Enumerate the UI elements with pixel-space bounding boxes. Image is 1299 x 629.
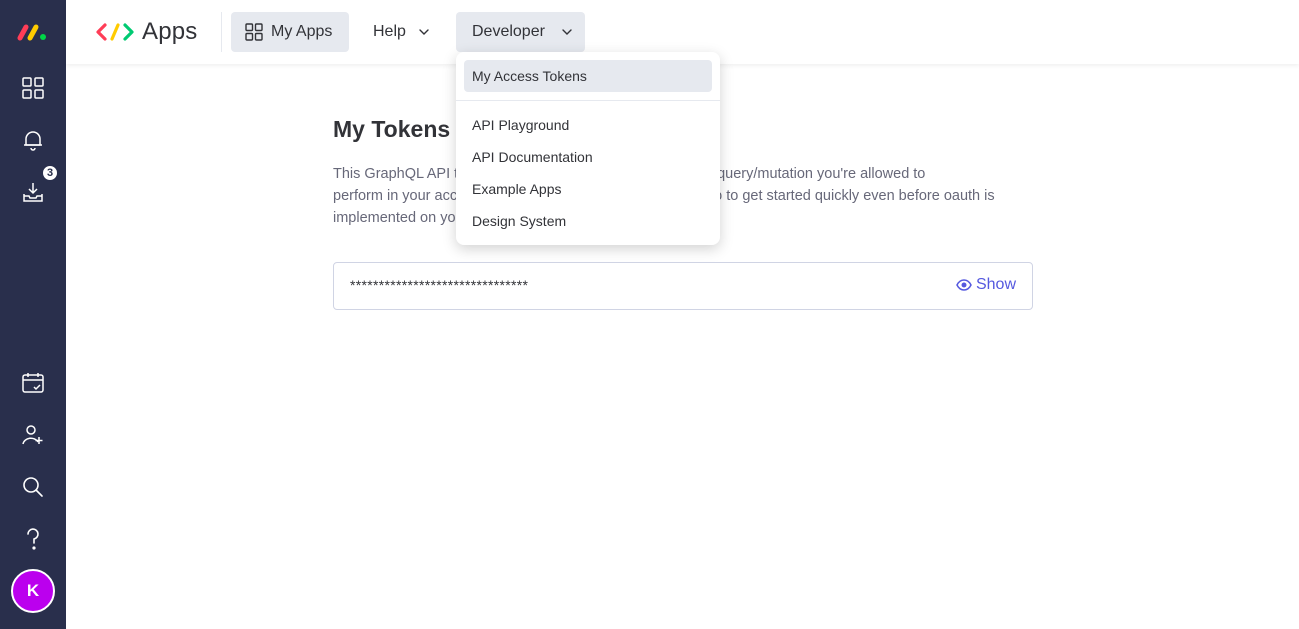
inbox-download-icon[interactable] [17,176,49,208]
description-text: o to get started quickly even before oau… [714,188,995,204]
developer-menu-button[interactable]: Developer [456,12,585,52]
calendar-check-icon[interactable] [17,367,49,399]
token-value: ******************************* [350,277,529,293]
inbox-count-badge: 3 [42,165,58,181]
menu-divider [456,100,720,101]
help-label: Help [373,23,406,40]
description-text: implemented on yo [333,210,456,226]
search-icon[interactable] [17,471,49,503]
my-apps-button[interactable]: My Apps [231,12,349,52]
page-title: My Tokens [333,116,451,142]
show-label: Show [975,276,1016,293]
header-divider [221,12,222,52]
description-text: perform in your acc [333,188,458,204]
menu-item-api-documentation[interactable]: API Documentation [464,141,712,173]
menu-item-design-system[interactable]: Design System [464,205,712,237]
chevron-down-icon [418,26,430,38]
left-sidebar: 3 K [0,0,66,629]
developer-label: Developer [472,23,545,40]
menu-item-example-apps[interactable]: Example Apps [464,173,712,205]
brand[interactable]: Apps [96,16,198,48]
eye-icon [956,279,972,291]
user-avatar[interactable]: K [11,569,55,613]
brand-title: Apps [142,18,198,45]
grid-icon [245,23,263,41]
code-brackets-icon [96,23,134,41]
monday-logo-icon[interactable] [17,16,49,48]
grid-icon[interactable] [17,72,49,104]
add-user-icon[interactable] [17,419,49,451]
chevron-down-icon [561,26,573,38]
bell-icon[interactable] [17,124,49,156]
help-menu-button[interactable]: Help [358,12,448,52]
token-field[interactable]: ******************************* Show [333,262,1033,310]
description-text: This GraphQL API t [333,166,459,182]
my-apps-label: My Apps [271,23,333,40]
developer-dropdown-menu: My Access Tokens API Playground API Docu… [456,52,720,245]
question-icon[interactable] [17,523,49,555]
show-token-button[interactable]: Show [956,276,1016,294]
menu-item-api-playground[interactable]: API Playground [464,109,712,141]
menu-item-my-access-tokens[interactable]: My Access Tokens [464,60,712,92]
